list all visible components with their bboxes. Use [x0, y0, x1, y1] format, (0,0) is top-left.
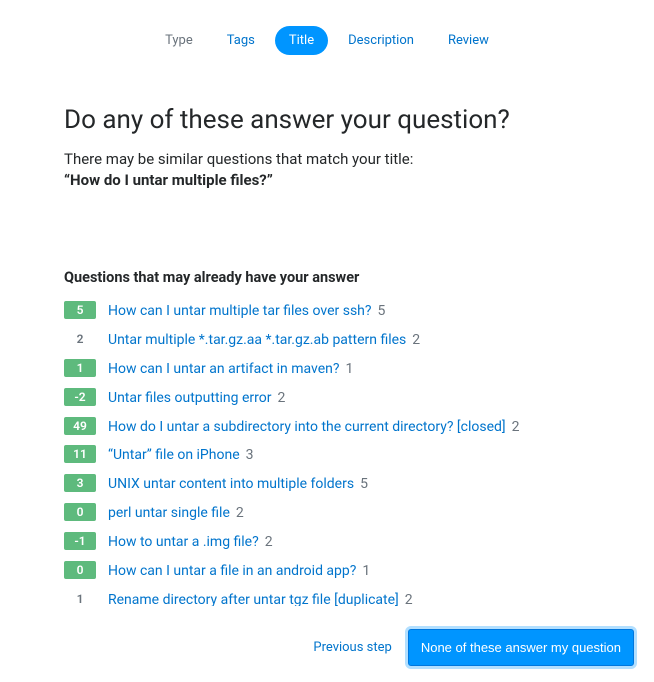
question-body: “Untar” file on iPhone 3 — [108, 444, 254, 465]
score-badge: 1 — [64, 590, 96, 606]
score-badge: -1 — [64, 532, 96, 550]
score-badge: 3 — [64, 474, 96, 492]
question-link[interactable]: How to untar a .img file? — [108, 534, 259, 550]
tab-type: Type — [151, 26, 207, 55]
previous-step-link[interactable]: Previous step — [313, 640, 391, 655]
question-row: -2 Untar files outputting error 2 — [64, 387, 584, 408]
score-badge: 0 — [64, 561, 96, 579]
question-row: 1 Rename directory after untar tgz file [… — [64, 589, 584, 606]
score-badge: 2 — [64, 330, 96, 348]
question-link[interactable]: How can I untar a file in an android app… — [108, 563, 356, 579]
question-link[interactable]: Rename directory after untar tgz file [d… — [108, 592, 399, 606]
question-link[interactable]: Untar files outputting error — [108, 390, 272, 406]
score-badge: 49 — [64, 417, 96, 435]
question-row: 3 UNIX untar content into multiple folder… — [64, 473, 584, 494]
tab-review[interactable]: Review — [434, 26, 503, 55]
answer-count: 2 — [265, 534, 273, 550]
question-row: 0 perl untar single file 2 — [64, 502, 584, 523]
answer-count: 1 — [362, 563, 370, 579]
answer-count: 2 — [278, 390, 286, 406]
score-badge: 5 — [64, 301, 96, 319]
page-heading: Do any of these answer your question? — [64, 105, 590, 135]
score-badge: 11 — [64, 445, 96, 463]
question-link[interactable]: Untar multiple *.tar.gz.aa *.tar.gz.ab p… — [108, 332, 406, 348]
question-row: 2 Untar multiple *.tar.gz.aa *.tar.gz.ab … — [64, 329, 584, 350]
question-link[interactable]: “Untar” file on iPhone — [108, 447, 240, 463]
question-row: 1 How can I untar an artifact in maven? 1 — [64, 358, 584, 379]
answer-count: 2 — [412, 332, 420, 348]
answer-count: 5 — [378, 303, 386, 319]
answer-count: 2 — [405, 592, 413, 606]
page-subtext: There may be similar questions that matc… — [64, 149, 590, 191]
question-link[interactable]: perl untar single file — [108, 505, 230, 521]
question-body: Untar files outputting error 2 — [108, 387, 285, 408]
footer-actions: Previous step None of these answer my qu… — [313, 629, 634, 666]
score-badge: 0 — [64, 503, 96, 521]
question-row: 11 “Untar” file on iPhone 3 — [64, 444, 584, 465]
question-body: Rename directory after untar tgz file [d… — [108, 589, 413, 606]
question-body: How to untar a .img file? 2 — [108, 531, 273, 552]
question-body: perl untar single file 2 — [108, 502, 244, 523]
answer-count: 1 — [346, 361, 354, 377]
question-body: Untar multiple *.tar.gz.aa *.tar.gz.ab p… — [108, 329, 420, 350]
tab-tags[interactable]: Tags — [213, 26, 269, 55]
question-link[interactable]: UNIX untar content into multiple folders — [108, 476, 354, 492]
wizard-tabs: Type Tags Title Description Review — [0, 0, 654, 65]
tab-title[interactable]: Title — [275, 26, 328, 55]
answer-count: 2 — [236, 505, 244, 521]
question-row: 0 How can I untar a file in an android ap… — [64, 560, 584, 581]
answer-count: 2 — [512, 419, 520, 435]
question-body: UNIX untar content into multiple folders… — [108, 473, 368, 494]
answer-count: 3 — [246, 447, 254, 463]
question-body: How can I untar multiple tar files over … — [108, 300, 385, 321]
subtext-quote: “How do I untar multiple files?” — [64, 171, 273, 189]
similar-questions-list[interactable]: 5 How can I untar multiple tar files over… — [64, 300, 590, 606]
score-badge: 1 — [64, 359, 96, 377]
question-row: -1 How to untar a .img file? 2 — [64, 531, 584, 552]
question-link[interactable]: How can I untar an artifact in maven? — [108, 361, 340, 377]
question-body: How do I untar a subdirectory into the c… — [108, 416, 519, 437]
subtext-line1: There may be similar questions that matc… — [64, 150, 413, 168]
none-answer-button[interactable]: None of these answer my question — [408, 629, 634, 666]
question-link[interactable]: How do I untar a subdirectory into the c… — [108, 419, 506, 435]
question-link[interactable]: How can I untar multiple tar files over … — [108, 303, 372, 319]
question-body: How can I untar an artifact in maven? 1 — [108, 358, 353, 379]
question-row: 5 How can I untar multiple tar files over… — [64, 300, 584, 321]
answer-count: 5 — [360, 476, 368, 492]
question-row: 49 How do I untar a subdirectory into the… — [64, 416, 584, 437]
question-body: How can I untar a file in an android app… — [108, 560, 370, 581]
tab-description[interactable]: Description — [334, 26, 428, 55]
section-title: Questions that may already have your ans… — [64, 269, 590, 286]
score-badge: -2 — [64, 388, 96, 406]
